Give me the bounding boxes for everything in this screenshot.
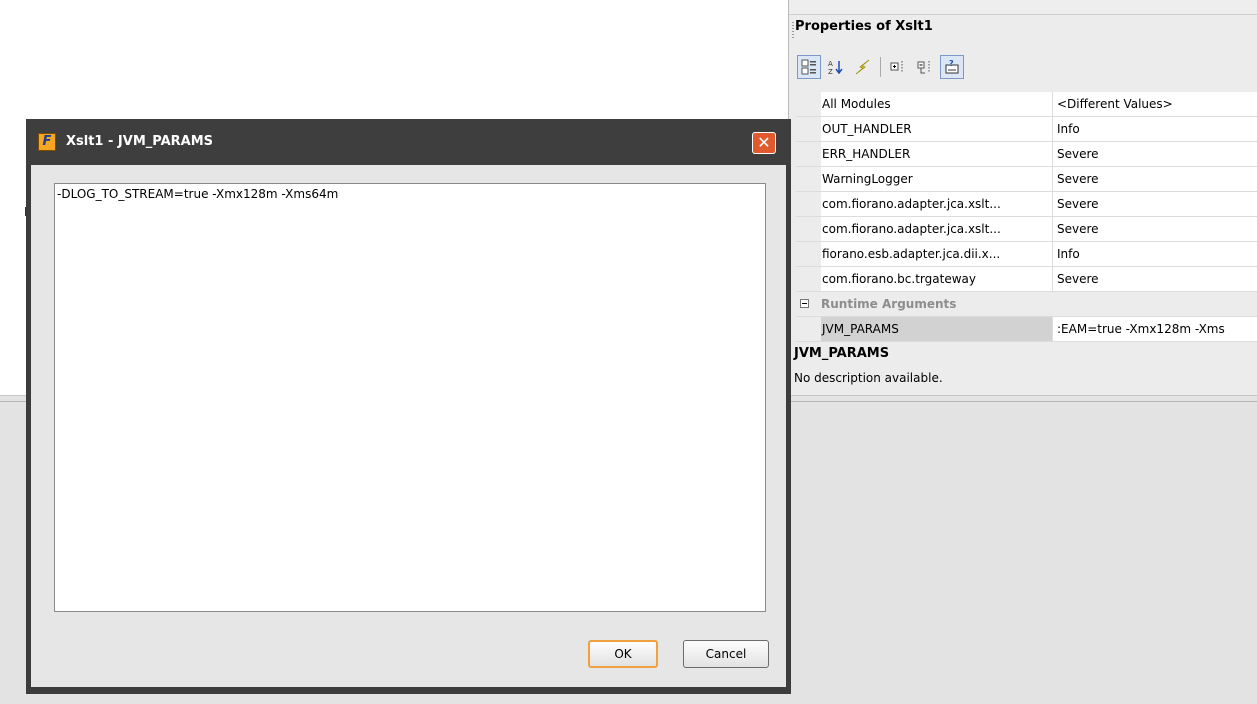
ok-button[interactable]: OK xyxy=(588,640,658,668)
property-row[interactable]: com.fiorano.bc.trgateway Severe xyxy=(796,267,1257,292)
property-row[interactable]: ERR_HANDLER Severe xyxy=(796,142,1257,167)
jvm-params-dialog: F Xslt1 - JVM_PARAMS ✕ -DLOG_TO_STREAM=t… xyxy=(26,119,791,694)
property-row[interactable]: WarningLogger Severe xyxy=(796,167,1257,192)
collapse-all-icon[interactable] xyxy=(913,55,937,79)
group-label: Runtime Arguments xyxy=(821,297,957,311)
property-value[interactable]: Severe xyxy=(1053,267,1257,291)
property-row-jvm-params[interactable]: JVM_PARAMS:EAM=true -Xmx128m -Xms xyxy=(796,317,1257,342)
description-title: JVM_PARAMS xyxy=(794,346,890,361)
property-row[interactable]: All Modules <Different Values> xyxy=(796,92,1257,117)
property-name: fiorano.esb.adapter.jca.dii.x... xyxy=(821,242,1053,266)
property-value[interactable]: <Different Values> xyxy=(1053,92,1257,116)
expand-all-icon[interactable] xyxy=(886,55,910,79)
lightning-icon[interactable] xyxy=(851,55,875,79)
collapse-toggle-icon[interactable] xyxy=(800,299,809,308)
property-value[interactable]: Severe xyxy=(1053,167,1257,191)
property-name: ERR_HANDLER xyxy=(821,142,1053,166)
properties-toolbar: AZ ? xyxy=(797,50,967,84)
cancel-button[interactable]: Cancel xyxy=(683,640,769,668)
dialog-body: -DLOG_TO_STREAM=true -Xmx128m -Xms64m OK… xyxy=(31,165,786,687)
property-name: OUT_HANDLER xyxy=(821,117,1053,141)
svg-text:?: ? xyxy=(949,59,954,68)
description-text: No description available. xyxy=(794,371,943,385)
property-value[interactable]: Info xyxy=(1053,242,1257,266)
property-row[interactable]: OUT_HANDLER Info xyxy=(796,117,1257,142)
panel-top-strip xyxy=(789,0,1257,15)
svg-text:A: A xyxy=(828,60,833,68)
dialog-title: Xslt1 - JVM_PARAMS xyxy=(66,134,214,149)
property-name: com.fiorano.bc.trgateway xyxy=(821,267,1053,291)
property-row[interactable]: com.fiorano.adapter.jca.xslt... Severe xyxy=(796,192,1257,217)
sort-alphabetical-icon[interactable]: AZ xyxy=(824,55,848,79)
property-name: com.fiorano.adapter.jca.xslt... xyxy=(821,192,1053,216)
jvm-params-textarea[interactable]: -DLOG_TO_STREAM=true -Xmx128m -Xms64m xyxy=(54,183,766,612)
properties-title: Properties of Xslt1 xyxy=(795,19,933,34)
property-value[interactable]: Severe xyxy=(1053,217,1257,241)
show-description-icon[interactable]: ? xyxy=(940,55,964,79)
property-name: JVM_PARAMS xyxy=(821,317,1053,341)
svg-text:Z: Z xyxy=(828,68,833,75)
property-name: WarningLogger xyxy=(821,167,1053,191)
dialog-titlebar[interactable]: F Xslt1 - JVM_PARAMS ✕ xyxy=(26,119,791,165)
property-row[interactable]: fiorano.esb.adapter.jca.dii.x... Info xyxy=(796,242,1257,267)
fiorano-app-icon: F xyxy=(38,133,56,151)
property-grid: All Modules <Different Values> OUT_HANDLE… xyxy=(796,92,1257,342)
property-value[interactable]: :EAM=true -Xmx128m -Xms xyxy=(1053,317,1257,341)
property-name: com.fiorano.adapter.jca.xslt... xyxy=(821,217,1053,241)
property-value[interactable]: Info xyxy=(1053,117,1257,141)
property-name: All Modules xyxy=(821,92,1053,116)
properties-panel: Properties of Xslt1 AZ ? All Modules <Dif… xyxy=(788,0,1257,395)
toolbar-separator xyxy=(880,57,881,77)
property-row[interactable]: com.fiorano.adapter.jca.xslt... Severe xyxy=(796,217,1257,242)
categorized-view-icon[interactable] xyxy=(797,55,821,79)
property-value[interactable]: Severe xyxy=(1053,142,1257,166)
group-runtime-arguments[interactable]: Runtime Arguments xyxy=(796,292,1257,317)
close-button[interactable]: ✕ xyxy=(752,132,776,154)
property-value[interactable]: Severe xyxy=(1053,192,1257,216)
panel-grip[interactable] xyxy=(792,22,794,38)
